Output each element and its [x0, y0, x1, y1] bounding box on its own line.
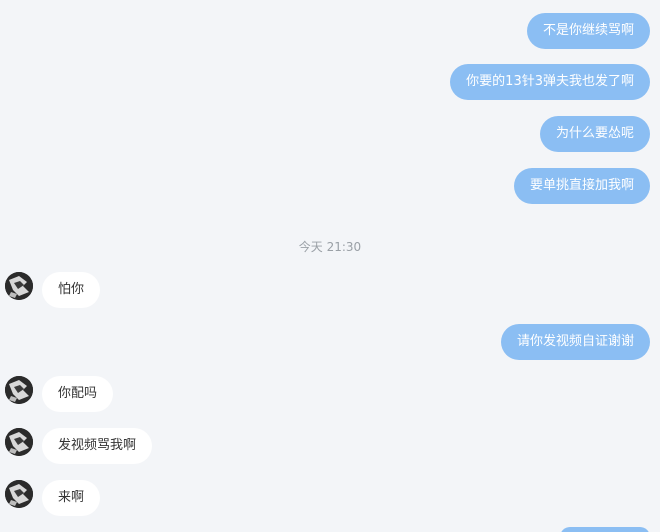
outgoing-message[interactable]: 请你发视频自证谢谢 — [500, 324, 650, 360]
avatar-icon — [5, 376, 33, 404]
contact-avatar[interactable] — [5, 376, 33, 404]
incoming-message[interactable]: 发视频骂我啊 — [42, 428, 153, 464]
outgoing-message[interactable]: 要单挑直接加我啊 — [513, 168, 650, 204]
incoming-message[interactable]: 怕你 — [42, 272, 101, 308]
outgoing-message[interactable]: 为什么要怂呢 — [539, 116, 650, 152]
contact-avatar[interactable] — [5, 428, 33, 456]
message-timestamp: 今天 21:30 — [298, 240, 362, 254]
outgoing-message[interactable]: 你要的13针3弹夫我也发了啊 — [450, 64, 650, 100]
avatar-icon — [5, 272, 33, 300]
outgoing-message[interactable]: 不是你继续骂啊 — [526, 13, 650, 49]
incoming-message[interactable]: 来啊 — [42, 480, 101, 516]
outgoing-message-partial — [560, 527, 650, 532]
avatar-icon — [5, 480, 33, 508]
incoming-message[interactable]: 你配吗 — [42, 376, 114, 412]
contact-avatar[interactable] — [5, 480, 33, 508]
contact-avatar[interactable] — [5, 272, 33, 300]
avatar-icon — [5, 428, 33, 456]
chat-window: 不是你继续骂啊 你要的13针3弹夫我也发了啊 为什么要怂呢 要单挑直接加我啊 今… — [0, 0, 660, 532]
